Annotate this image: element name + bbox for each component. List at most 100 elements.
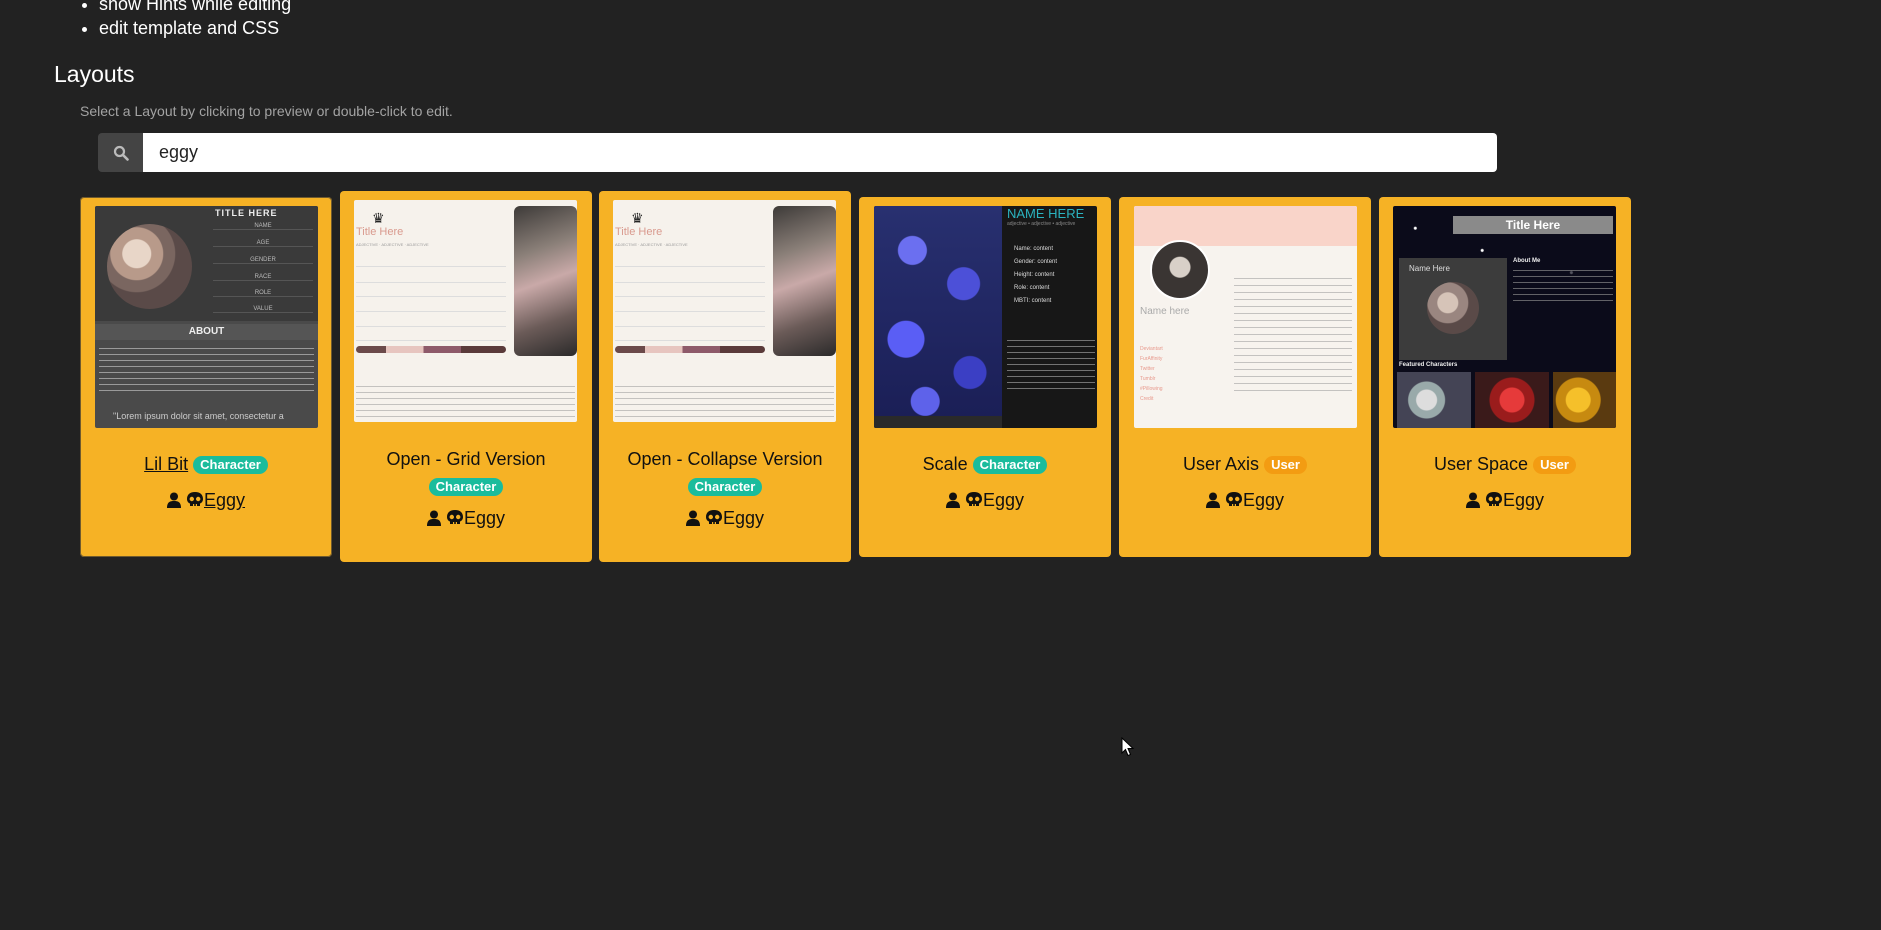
card-author: Eggy (80, 489, 332, 513)
layout-card[interactable]: TITLE HERE NAME AGE GENDER RACE ROLE VAL… (80, 197, 332, 557)
avatar (1150, 240, 1210, 300)
skull-icon (1485, 491, 1503, 513)
page: show Hints while editing edit template a… (0, 0, 1881, 930)
card-badge-row: Character (599, 475, 851, 497)
layout-name[interactable]: Open - Grid Version (386, 449, 545, 469)
card-author: Eggy (340, 507, 592, 531)
thumb-section: ABOUT (95, 324, 318, 340)
layout-thumbnail: TITLE HERE NAME AGE GENDER RACE ROLE VAL… (95, 206, 318, 428)
card-author: Eggy (599, 507, 851, 531)
layout-thumbnail: ♛ Title Here ADJECTIVE · ADJECTIVE · ADJ… (613, 200, 836, 422)
layout-card[interactable]: ♛ Title Here ADJECTIVE · ADJECTIVE · ADJ… (599, 191, 851, 562)
skull-icon (965, 491, 983, 513)
user-icon (1205, 491, 1220, 513)
card-title: User Space User (1379, 453, 1631, 475)
card-badge-row: Character (340, 475, 592, 497)
thumb-section: About Me (1513, 258, 1541, 264)
author-name[interactable]: Eggy (464, 508, 505, 528)
layout-card[interactable]: Title Here Name Here About Me Featured C… (1379, 197, 1631, 557)
thumb-title: Title Here (1453, 216, 1613, 234)
thumb-field: MBTI: content (1014, 298, 1052, 304)
search-bar (98, 133, 1497, 172)
layout-thumbnail: NAME HERE adjective • adjective • adject… (874, 206, 1097, 428)
search-icon[interactable] (98, 133, 143, 172)
thumb-field: Role: content (1014, 285, 1050, 291)
type-badge: Character (193, 456, 268, 474)
author-link[interactable]: Eggy (204, 490, 245, 510)
layout-name[interactable]: Open - Collapse Version (627, 449, 822, 469)
portrait-image (514, 206, 577, 356)
portrait-image (1427, 282, 1479, 334)
card-author: Eggy (859, 489, 1111, 513)
user-icon (426, 509, 441, 531)
thumb-name: Name Here (1409, 264, 1450, 273)
layout-name[interactable]: User Axis (1183, 454, 1259, 474)
section-subtitle: Select a Layout by clicking to preview o… (80, 103, 453, 119)
layout-thumbnail: Title Here Name Here About Me Featured C… (1393, 206, 1616, 428)
thumb-field: AGE (213, 240, 313, 247)
author-name[interactable]: Eggy (1503, 490, 1544, 510)
thumb-link: FurAffinity (1140, 356, 1163, 362)
thumb-link: Twitter (1140, 366, 1155, 372)
author-name[interactable]: Eggy (983, 490, 1024, 510)
thumb-subtitle: adjective • adjective • adjective (1007, 221, 1076, 227)
thumb-field: Name: content (1014, 246, 1054, 252)
layout-card[interactable]: Name here Deviantart FurAffinity Twitter… (1119, 197, 1371, 557)
crown-icon: ♛ (372, 210, 385, 226)
portrait-image (874, 206, 1002, 428)
thumb-link: Deviantart (1140, 346, 1163, 352)
thumb-title: Title Here (356, 226, 404, 238)
thumb-link: #Pillowing (1140, 386, 1163, 392)
author-name[interactable]: Eggy (723, 508, 764, 528)
thumb-title: Title Here (615, 226, 663, 238)
skull-icon (446, 509, 464, 531)
thumb-name: Name here (1140, 306, 1190, 317)
thumb-field: ROLE (213, 290, 313, 297)
mouse-cursor-icon (1121, 736, 1135, 762)
portrait-image (107, 224, 192, 309)
layout-card[interactable]: NAME HERE adjective • adjective • adject… (859, 197, 1111, 557)
thumb-field: VALUE (213, 306, 313, 313)
skull-icon (705, 509, 723, 531)
thumb-field: NAME (213, 223, 313, 230)
type-badge: Character (687, 478, 763, 496)
type-badge: User (1533, 456, 1576, 474)
card-author: Eggy (1379, 489, 1631, 513)
skull-icon (186, 491, 204, 513)
card-author: Eggy (1119, 489, 1371, 513)
thumb-quote: "Lorem ipsum dolor sit amet, consectetur… (113, 411, 284, 421)
card-title: User Axis User (1119, 453, 1371, 475)
thumb-field: Gender: content (1014, 259, 1058, 265)
layout-card[interactable]: ♛ Title Here ADJECTIVE · ADJECTIVE · ADJ… (340, 191, 592, 562)
hint-item: edit template and CSS (99, 16, 291, 40)
user-icon (945, 491, 960, 513)
card-title: Open - Collapse Version (599, 448, 851, 470)
thumb-link: Credit (1140, 396, 1154, 402)
type-badge: Character (972, 456, 1048, 474)
hints-list: show Hints while editing edit template a… (75, 0, 291, 40)
layout-name[interactable]: User Space (1434, 454, 1528, 474)
card-title: Scale Character (859, 453, 1111, 475)
thumb-title: TITLE HERE (215, 208, 278, 218)
thumb-subtitle: ADJECTIVE · ADJECTIVE · ADJECTIVE (356, 242, 429, 247)
thumb-field: GENDER (213, 257, 313, 264)
portrait-image (773, 206, 836, 356)
card-title: Lil Bit Character (80, 453, 332, 475)
section-title: Layouts (54, 61, 135, 87)
author-name[interactable]: Eggy (1243, 490, 1284, 510)
search-input[interactable] (143, 133, 1497, 172)
layout-name[interactable]: Scale (923, 454, 968, 474)
type-badge: User (1264, 456, 1307, 474)
hint-item: show Hints while editing (99, 0, 291, 16)
thumb-field: Height: content (1014, 272, 1055, 278)
layout-name-link[interactable]: Lil Bit (144, 454, 188, 474)
thumb-subtitle: ADJECTIVE · ADJECTIVE · ADJECTIVE (615, 242, 688, 247)
type-badge: Character (428, 478, 504, 496)
thumb-section: Featured Characters (1399, 362, 1458, 368)
thumb-title: NAME HERE (1007, 206, 1085, 221)
thumb-field: RACE (213, 274, 313, 281)
skull-icon (1225, 491, 1243, 513)
crown-icon: ♛ (631, 210, 644, 226)
user-icon (166, 491, 181, 513)
card-title: Open - Grid Version (340, 448, 592, 470)
